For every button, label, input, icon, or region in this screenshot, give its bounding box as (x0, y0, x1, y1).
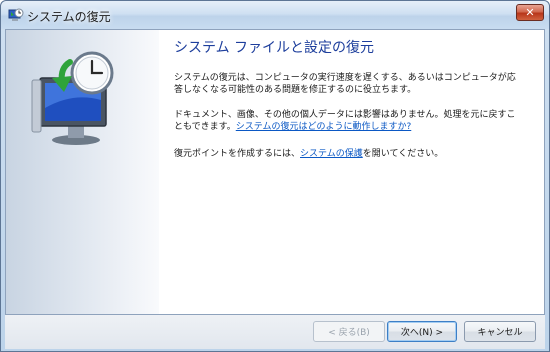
button-bar: < 戻る(B) 次へ(N) > キャンセル (5, 315, 545, 349)
data-safety-text: ドキュメント、画像、その他の個人データには影響はありません。処理を元に戻すことも… (174, 109, 524, 133)
intro-text: システムの復元は、コンピュータの実行速度を遅くする、あるいはコンピュータが応答し… (174, 73, 516, 95)
system-restore-window: システムの復元 ✕ システム ファイルと設定の復元 システムの復元は、コンピュー… (0, 0, 550, 352)
system-protection-link[interactable]: システムの保護 (300, 149, 363, 159)
wizard-sidebar (6, 30, 159, 314)
back-button[interactable]: < 戻る(B) (313, 321, 385, 342)
restore-point-prefix: 復元ポイントを作成するには、 (174, 149, 301, 159)
close-button[interactable]: ✕ (516, 4, 544, 21)
wizard-client-area: システム ファイルと設定の復元 システムの復元は、コンピュータの実行速度を遅くす… (5, 29, 545, 315)
restore-point-suffix: を開いてください。 (362, 149, 444, 159)
title-bar[interactable]: システムの復元 ✕ (1, 1, 549, 29)
next-button[interactable]: 次へ(N) > (387, 321, 457, 342)
cancel-button[interactable]: キャンセル (464, 321, 536, 342)
system-restore-icon (8, 8, 24, 21)
how-it-works-link[interactable]: システムの復元はどのように動作しますか? (236, 122, 412, 132)
window-title: システムの復元 (27, 10, 111, 24)
system-restore-illustration (31, 51, 114, 145)
close-icon: ✕ (525, 6, 535, 19)
restore-point-text: 復元ポイントを作成するには、システムの保護を開いてください。 (174, 148, 524, 160)
page-title: システム ファイルと設定の復元 (174, 40, 375, 56)
